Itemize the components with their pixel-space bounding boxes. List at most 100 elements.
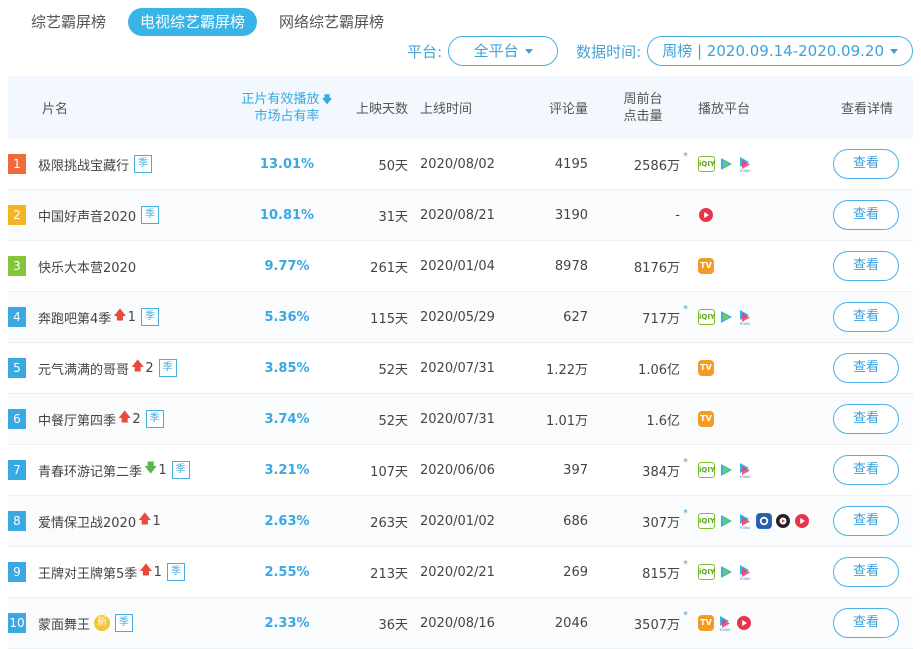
days-cell: 36天: [378, 617, 408, 633]
details-cell: 查看: [826, 608, 913, 638]
svg-text:YOUKU: YOUKU: [740, 322, 752, 325]
details-cell: 查看: [826, 302, 913, 332]
date-cell: 2020/08/02: [420, 156, 495, 172]
show-title[interactable]: 奔跑吧第4季: [38, 308, 111, 327]
clicks-cell: 717万 *: [642, 303, 688, 327]
table-header: 片名 正片有效播放 🡇 市场占有率 上映天数 上线时间 评论量 周前台 点击量 播放…: [8, 76, 913, 139]
platform-icons: iQIY YOUKU: [680, 513, 826, 529]
header-date: 上线时间: [420, 102, 473, 117]
table-body: 1 极限挑战宝藏行季 13.01% 50天 2020/08/02 4195 2586万 * iQ…: [8, 139, 913, 649]
show-title[interactable]: 中餐厅第四季: [38, 410, 116, 429]
asterisk-note: *: [683, 609, 688, 621]
header-platforms: 播放平台: [698, 102, 751, 117]
tencent-video-icon: [718, 309, 734, 325]
show-name-cell: 10 蒙面舞王新季: [8, 613, 228, 633]
tab-web-variety-chart[interactable]: 网络综艺霸屏榜: [265, 8, 398, 36]
tab-tv-variety-chart[interactable]: 电视综艺霸屏榜: [128, 8, 258, 36]
asterisk-note: *: [683, 507, 688, 519]
tencent-video-icon: [718, 513, 734, 529]
comments-cell: 627: [563, 309, 588, 325]
platform-icons: TV YOUKU: [680, 615, 826, 631]
rank-badge: 7: [8, 460, 26, 480]
show-title[interactable]: 蒙面舞王: [38, 614, 90, 633]
season-badge: 季: [141, 206, 160, 224]
mgtv-icon: TV: [698, 615, 714, 631]
platform-icons: iQIY YOUKU: [680, 564, 826, 580]
new-badge: 新: [94, 615, 111, 631]
view-details-button[interactable]: 查看: [833, 251, 899, 281]
view-details-button[interactable]: 查看: [833, 506, 899, 536]
header-comments: 评论量: [548, 102, 588, 117]
table-row: 4 奔跑吧第4季 🡅 1 季 5.36% 115天 2020/05/29 627 717万 * iQI…: [8, 292, 913, 343]
show-name-cell: 5 元气满满的哥哥 🡅 2 季: [8, 357, 228, 379]
chevron-down-icon: [890, 48, 898, 54]
show-title[interactable]: 青春环游记第二季: [38, 461, 142, 480]
show-title[interactable]: 快乐大本营2020: [38, 257, 136, 276]
days-cell: 52天: [378, 362, 408, 378]
market-share-cell: 10.81%: [259, 207, 315, 223]
tencent-video-icon: [718, 462, 734, 478]
rank-up-icon: 🡅: [113, 308, 127, 323]
iqiyi-icon: iQIY: [698, 462, 715, 478]
show-title[interactable]: 中国好声音2020: [38, 206, 136, 225]
show-name-cell: 4 奔跑吧第4季 🡅 1 季: [8, 306, 228, 328]
rank-change: 2: [132, 411, 141, 427]
days-cell: 213天: [370, 566, 408, 582]
market-share-cell: 5.36%: [264, 309, 310, 325]
table-row: 3 快乐大本营2020 9.77% 261天 2020/01/04 8978 8176万 TV…: [8, 241, 913, 292]
rank-badge: 8: [8, 511, 26, 531]
table-row: 5 元气满满的哥哥 🡅 2 季 3.85% 52天 2020/07/31 1.22万 1.06亿 T…: [8, 343, 913, 394]
youku-icon: YOUKU: [737, 462, 753, 478]
youku-icon: YOUKU: [737, 156, 753, 172]
time-label: 数据时间:: [576, 42, 642, 61]
platform-icons: [680, 207, 826, 223]
rank-change: 1: [158, 462, 167, 478]
details-cell: 查看: [826, 557, 913, 587]
show-title[interactable]: 爱情保卫战2020: [38, 512, 136, 531]
red-play-icon: [794, 513, 810, 529]
tab-variety-chart[interactable]: 综艺霸屏榜: [0, 8, 120, 36]
platform-icons: TV: [680, 360, 826, 376]
clicks-cell: 815万 *: [642, 558, 688, 582]
mgtv-icon: TV: [698, 411, 714, 427]
comments-cell: 686: [563, 513, 588, 529]
rank-badge: 4: [8, 307, 26, 327]
tab-bar: 综艺霸屏榜 电视综艺霸屏榜 网络综艺霸屏榜: [0, 8, 398, 36]
details-cell: 查看: [826, 251, 913, 281]
comments-cell: 3190: [554, 207, 588, 223]
rank-up-icon: 🡅: [118, 410, 132, 425]
sort-down-icon[interactable]: 🡇: [321, 91, 332, 108]
rank-up-icon: 🡅: [139, 563, 153, 578]
comments-cell: 1.01万: [546, 413, 588, 429]
table-row: 10 蒙面舞王新季 2.33% 36天 2020/08/16 2046 3507万 * TV YO…: [8, 598, 913, 649]
asterisk-note: *: [683, 150, 688, 162]
view-details-button[interactable]: 查看: [833, 455, 899, 485]
days-cell: 50天: [378, 158, 408, 174]
show-title[interactable]: 元气满满的哥哥: [38, 359, 129, 378]
header-market-share[interactable]: 正片有效播放 🡇 市场占有率: [228, 91, 346, 125]
details-cell: 查看: [826, 455, 913, 485]
rank-change: 2: [145, 360, 154, 376]
rank-up-icon: 🡅: [138, 512, 152, 527]
time-range-dropdown[interactable]: 周榜 | 2020.09.14-2020.09.20: [647, 36, 913, 66]
show-name-cell: 9 王牌对王牌第5季 🡅 1 季: [8, 561, 228, 583]
comments-cell: 397: [563, 462, 588, 478]
rank-badge: 9: [8, 562, 26, 582]
season-badge: 季: [115, 614, 134, 632]
view-details-button[interactable]: 查看: [833, 557, 899, 587]
show-title[interactable]: 极限挑战宝藏行: [38, 155, 129, 174]
platform-dropdown[interactable]: 全平台: [448, 36, 559, 66]
view-details-button[interactable]: 查看: [833, 200, 899, 230]
rank-change: 1: [153, 564, 162, 580]
iqiyi-icon: iQIY: [698, 156, 715, 172]
view-details-button[interactable]: 查看: [833, 149, 899, 179]
platform-value: 全平台: [473, 42, 519, 60]
view-details-button[interactable]: 查看: [833, 608, 899, 638]
show-title[interactable]: 王牌对王牌第5季: [38, 563, 137, 582]
view-details-button[interactable]: 查看: [833, 353, 899, 383]
clicks-cell: 307万 *: [642, 507, 688, 531]
view-details-button[interactable]: 查看: [833, 302, 899, 332]
time-range-value: 周榜 | 2020.09.14-2020.09.20: [662, 42, 884, 60]
youku-icon: YOUKU: [737, 309, 753, 325]
view-details-button[interactable]: 查看: [833, 404, 899, 434]
